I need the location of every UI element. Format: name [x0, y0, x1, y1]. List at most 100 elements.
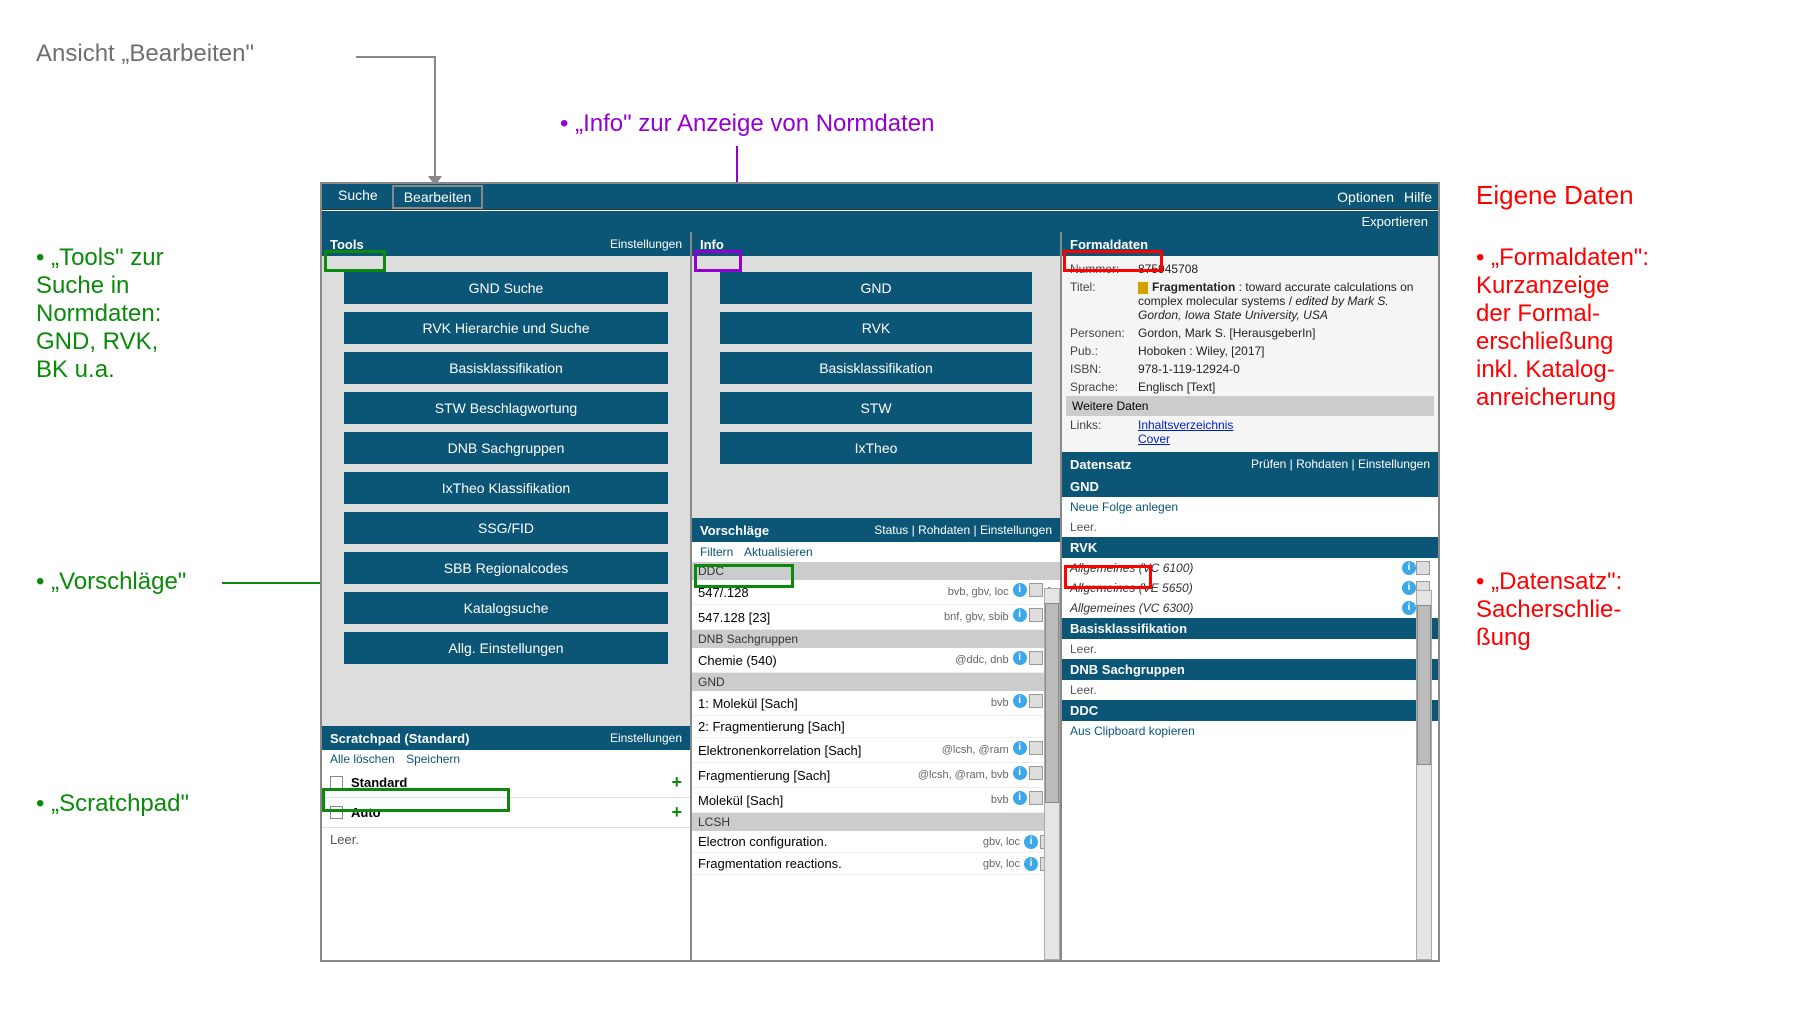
vorschlaege-row: 547.128 [23]bnf, gbv, sbibi+ [692, 605, 1060, 630]
copy-icon[interactable] [1029, 608, 1043, 622]
annotation-eigene-daten: Eigene Daten [1476, 180, 1634, 211]
add-icon[interactable]: + [671, 802, 682, 823]
alle-loeschen-link[interactable]: Alle löschen [330, 752, 395, 766]
tools-button[interactable]: Basisklassifikation [344, 352, 668, 384]
info-button[interactable]: IxTheo [720, 432, 1032, 464]
vorschlaege-row: Electron configuration.gbv, loci [692, 831, 1060, 853]
datensatz-group-header: GND [1062, 476, 1438, 497]
checkbox[interactable] [330, 806, 343, 819]
tools-button[interactable]: IxTheo Klassifikation [344, 472, 668, 504]
copy-icon[interactable] [1029, 791, 1043, 805]
vorschlaege-row: Molekül [Sach]bvbi+ [692, 788, 1060, 813]
tools-header: Tools Einstellungen [322, 232, 690, 256]
tools-button[interactable]: RVK Hierarchie und Suche [344, 312, 668, 344]
copy-icon[interactable] [1029, 741, 1043, 755]
info-icon[interactable]: i [1402, 601, 1416, 615]
info-icon[interactable]: i [1402, 561, 1416, 575]
pub-value: Hoboken : Wiley, [2017] [1138, 344, 1430, 358]
vorschlaege-row: Fragmentation reactions.gbv, loci [692, 853, 1060, 875]
annotation-datensatz: • „Datensatz": Sacherschlie- ßung [1476, 568, 1622, 652]
info-icon[interactable]: i [1013, 791, 1027, 805]
aktualisieren-link[interactable]: Aktualisieren [744, 545, 813, 559]
copy-icon[interactable] [1029, 651, 1043, 665]
vorschlaege-scrollbar[interactable] [1044, 588, 1060, 960]
info-header: Info [692, 232, 1060, 256]
info-button[interactable]: RVK [720, 312, 1032, 344]
info-button[interactable]: GND [720, 272, 1032, 304]
tools-button[interactable]: SBB Regionalcodes [344, 552, 668, 584]
info-icon[interactable]: i [1013, 583, 1027, 597]
datensatz-row: Neue Folge anlegen [1062, 497, 1438, 517]
scratchpad-row: Auto+ [322, 798, 690, 828]
link-cover[interactable]: Cover [1138, 432, 1170, 446]
vorschlaege-group-header: DDC [692, 562, 1060, 580]
info-button[interactable]: Basisklassifikation [720, 352, 1032, 384]
topbar: Suche Bearbeiten Optionen Hilfe [322, 184, 1438, 210]
annotation-scratchpad: • „Scratchpad" [36, 790, 189, 818]
copy-icon[interactable] [1029, 694, 1043, 708]
vorschlaege-row: Elektronenkorrelation [Sach]@lcsh, @rami… [692, 738, 1060, 763]
tools-button[interactable]: SSG/FID [344, 512, 668, 544]
ds-einstellungen[interactable]: Einstellungen [1358, 457, 1430, 471]
annotation-info: • „Info" zur Anzeige von Normdaten [560, 110, 934, 138]
tools-button[interactable]: STW Beschlagwortung [344, 392, 668, 424]
subbar: Exportieren [322, 210, 1438, 232]
info-body: GND RVK Basisklassifikation STW IxTheo [692, 256, 1060, 518]
tools-button[interactable]: DNB Sachgruppen [344, 432, 668, 464]
tab-suche[interactable]: Suche [328, 185, 388, 209]
personen-value: Gordon, Mark S. [HerausgeberIn] [1138, 326, 1430, 340]
vorschlaege-row: 2: Fragmentierung [Sach] [692, 716, 1060, 738]
datensatz-row: Aus Clipboard kopieren [1062, 721, 1438, 741]
info-icon[interactable]: i [1013, 741, 1027, 755]
checkbox[interactable] [330, 776, 343, 789]
datensatz-group-header: DDC [1062, 700, 1438, 721]
filtern-link[interactable]: Filtern [700, 545, 733, 559]
copy-icon[interactable] [1029, 766, 1043, 780]
isbn-value: 978-1-119-12924-0 [1138, 362, 1430, 376]
ds-rohdaten-link[interactable]: Rohdaten [1296, 457, 1348, 471]
link-inhaltsverzeichnis[interactable]: Inhaltsverzeichnis [1138, 418, 1233, 432]
datensatz-row: Allgemeines (VC 6300)i [1062, 598, 1438, 618]
annotation-vorschlaege: • „Vorschläge" [36, 568, 186, 596]
copy-icon[interactable] [1029, 583, 1043, 597]
weitere-daten[interactable]: Weitere Daten [1066, 396, 1434, 416]
datensatz-group-header: RVK [1062, 537, 1438, 558]
tools-button[interactable]: Allg. Einstellungen [344, 632, 668, 664]
info-button[interactable]: STW [720, 392, 1032, 424]
menu-optionen[interactable]: Optionen [1337, 189, 1394, 205]
tab-bearbeiten[interactable]: Bearbeiten [392, 185, 484, 209]
info-icon[interactable]: i [1013, 766, 1027, 780]
pruefen-link[interactable]: Prüfen [1251, 457, 1286, 471]
exportieren-link[interactable]: Exportieren [1362, 214, 1428, 229]
scratchpad-einstellungen[interactable]: Einstellungen [610, 731, 682, 745]
add-icon[interactable]: + [671, 772, 682, 793]
datensatz-leer: Leer. [1062, 639, 1438, 659]
vorschlaege-row: 1: Molekül [Sach]bvbi+ [692, 691, 1060, 716]
vorschlaege-header: Vorschläge Status | Rohdaten | Einstellu… [692, 518, 1060, 542]
rohdaten-link[interactable]: Rohdaten [918, 523, 970, 537]
annotation-tools: • „Tools" zur Suche in Normdaten: GND, R… [36, 244, 164, 384]
nummer-value: 875945708 [1138, 262, 1430, 276]
info-icon[interactable]: i [1024, 835, 1038, 849]
tools-button[interactable]: GND Suche [344, 272, 668, 304]
tools-button[interactable]: Katalogsuche [344, 592, 668, 624]
copy-icon[interactable] [1416, 561, 1430, 575]
vorschlaege-group-header: LCSH [692, 813, 1060, 831]
speichern-link[interactable]: Speichern [406, 752, 460, 766]
info-icon[interactable]: i [1013, 651, 1027, 665]
menu-hilfe[interactable]: Hilfe [1404, 189, 1432, 205]
scratchpad-leer: Leer. [322, 828, 690, 851]
info-icon[interactable]: i [1013, 694, 1027, 708]
vorschlaege-einstellungen[interactable]: Einstellungen [980, 523, 1052, 537]
vorschlaege-row: 547/.128bvb, gbv, loci+ [692, 580, 1060, 605]
info-icon[interactable]: i [1024, 857, 1038, 871]
status-link[interactable]: Status [874, 523, 908, 537]
scratchpad-row: Standard+ [322, 768, 690, 798]
info-icon[interactable]: i [1013, 608, 1027, 622]
datensatz-row: Allgemeines (VE 5650)i [1062, 578, 1438, 598]
info-icon[interactable]: i [1402, 581, 1416, 595]
datensatz-scrollbar[interactable] [1416, 590, 1432, 960]
tools-einstellungen[interactable]: Einstellungen [610, 237, 682, 251]
app-window: Suche Bearbeiten Optionen Hilfe Exportie… [320, 182, 1440, 962]
book-icon [1138, 282, 1148, 294]
